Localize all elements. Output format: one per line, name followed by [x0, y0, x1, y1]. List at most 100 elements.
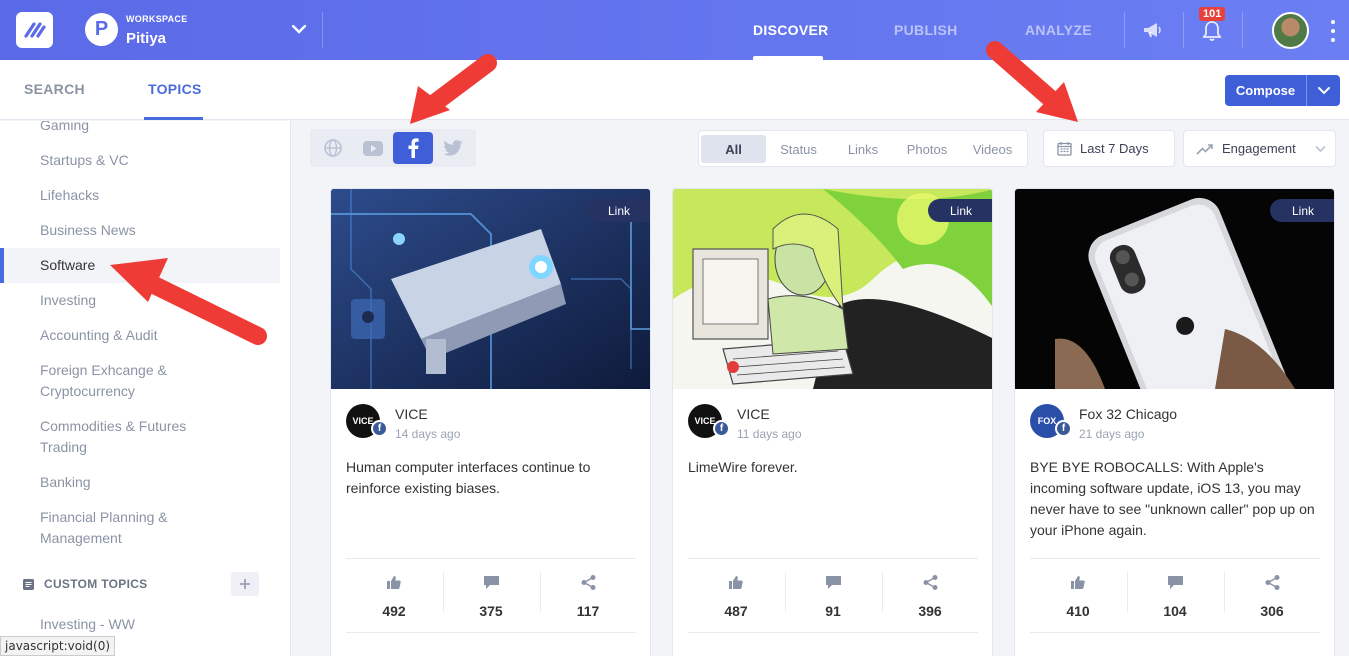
content-type-filter: All Status Links Photos Videos — [698, 130, 1028, 167]
shares-stat: 306 — [1224, 573, 1320, 623]
divider — [1183, 12, 1184, 48]
sidebar-item-banking[interactable]: Banking — [40, 472, 91, 493]
content-card[interactable]: Link VICE f VICE 11 days ago LimeWire fo… — [672, 188, 993, 656]
shares-count: 306 — [1260, 603, 1284, 619]
topics-sidebar: Gaming Startups & VC Lifehacks Business … — [0, 121, 291, 656]
type-filter-status[interactable]: Status — [766, 135, 831, 163]
date-range-value: Last 7 Days — [1080, 141, 1149, 156]
comment-icon — [483, 575, 499, 589]
platform-twitter-button[interactable] — [433, 132, 473, 164]
platform-youtube-button[interactable] — [353, 132, 393, 164]
workspace-chevron-down-icon[interactable] — [288, 18, 310, 40]
compose-dropdown-chevron-icon[interactable] — [1306, 75, 1340, 106]
platform-facebook-button[interactable] — [393, 132, 433, 164]
compose-button-label[interactable]: Compose — [1225, 75, 1306, 106]
content-card[interactable]: Link FOX f Fox 32 Chicago 21 days ago BY… — [1014, 188, 1335, 656]
notifications-badge: 101 — [1199, 7, 1226, 21]
facebook-mini-icon: f — [1055, 420, 1072, 437]
type-filter-all[interactable]: All — [701, 135, 766, 163]
plus-icon — [240, 579, 250, 589]
divider — [346, 558, 636, 559]
source-name[interactable]: VICE — [737, 406, 770, 422]
compose-button[interactable]: Compose — [1225, 75, 1340, 106]
sidebar-active-indicator — [0, 248, 4, 283]
divider — [1242, 12, 1243, 48]
thumbs-up-icon — [387, 575, 401, 589]
card-image[interactable]: Link — [673, 189, 992, 389]
facebook-icon — [408, 138, 419, 158]
card-image[interactable]: Link — [331, 189, 650, 389]
nav-tab-analyze[interactable]: ANALYZE — [1025, 22, 1092, 38]
sidebar-item-investing[interactable]: Investing — [40, 290, 96, 311]
post-type-badge: Link — [586, 199, 650, 222]
calendar-icon — [1057, 142, 1072, 156]
custom-topics-label: CUSTOM TOPICS — [44, 577, 148, 591]
status-bar-link-preview: javascript:void(0) — [0, 636, 116, 656]
shares-count: 117 — [576, 603, 600, 619]
share-icon — [581, 574, 595, 590]
type-filter-links[interactable]: Links — [831, 135, 895, 163]
post-type-badge: Link — [928, 199, 992, 222]
likes-stat: 410 — [1030, 573, 1126, 623]
sidebar-item-gaming[interactable]: Gaming — [40, 121, 89, 136]
likes-count: 410 — [1066, 603, 1090, 619]
sidebar-item-lifehacks[interactable]: Lifehacks — [40, 185, 99, 206]
thumbs-up-icon — [1071, 575, 1085, 589]
card-image[interactable]: Link — [1015, 189, 1334, 389]
globe-icon — [324, 139, 342, 157]
sidebar-item-business-news[interactable]: Business News — [40, 220, 136, 241]
post-text: LimeWire forever. — [688, 459, 798, 475]
sidebar-item-accounting[interactable]: Accounting & Audit — [40, 325, 158, 346]
platform-web-button[interactable] — [313, 132, 353, 164]
divider — [322, 12, 323, 48]
comments-stat: 104 — [1127, 573, 1223, 623]
platform-filter — [310, 129, 476, 167]
facebook-mini-icon: f — [713, 420, 730, 437]
date-range-picker[interactable]: Last 7 Days — [1043, 130, 1175, 167]
post-text: Human computer interfaces continue to re… — [346, 459, 591, 496]
sort-dropdown[interactable]: Engagement — [1183, 130, 1336, 167]
custom-topics-header: CUSTOM TOPICS — [22, 577, 147, 591]
sidebar-item-startups[interactable]: Startups & VC — [40, 150, 129, 171]
nav-tab-discover[interactable]: DISCOVER — [753, 22, 829, 38]
type-filter-videos[interactable]: Videos — [959, 135, 1026, 163]
facebook-mini-icon: f — [371, 420, 388, 437]
document-icon — [23, 578, 34, 590]
sidebar-item-commodities[interactable]: Commodities & Futures Trading — [40, 416, 186, 458]
bell-icon[interactable] — [1199, 18, 1225, 44]
sidebar-custom-item-investing-ww[interactable]: Investing - WW — [40, 614, 135, 635]
divider — [1030, 558, 1320, 559]
more-menu-icon[interactable] — [1326, 20, 1340, 42]
sub-navigation-bar: SEARCH TOPICS Compose — [0, 60, 1349, 120]
sort-value: Engagement — [1222, 141, 1296, 156]
divider — [1124, 12, 1125, 48]
share-icon — [1265, 574, 1279, 590]
chevron-down-icon — [1315, 145, 1326, 153]
megaphone-icon[interactable] — [1141, 18, 1165, 42]
workspace-name[interactable]: Pitiya — [126, 30, 166, 47]
content-card[interactable]: Link VICE f VICE 14 days ago Human compu… — [330, 188, 651, 656]
nav-tab-publish[interactable]: PUBLISH — [894, 22, 958, 38]
sidebar-item-software[interactable]: Software — [40, 255, 95, 276]
likes-count: 487 — [724, 603, 748, 619]
tab-topics[interactable]: TOPICS — [148, 81, 202, 97]
source-name[interactable]: VICE — [395, 406, 428, 422]
shares-stat: 396 — [882, 573, 978, 623]
post-time: 11 days ago — [737, 427, 802, 441]
add-custom-topic-button[interactable] — [231, 572, 259, 596]
likes-stat: 487 — [688, 573, 784, 623]
workspace-avatar[interactable]: P — [85, 13, 118, 46]
app-logo[interactable] — [16, 12, 53, 48]
type-filter-photos[interactable]: Photos — [895, 135, 959, 163]
share-icon — [923, 574, 937, 590]
top-navigation-bar: P WORKSPACE Pitiya DISCOVER PUBLISH ANAL… — [0, 0, 1349, 60]
comment-icon — [825, 575, 841, 589]
comments-count: 91 — [825, 603, 841, 619]
sidebar-item-forex-crypto[interactable]: Foreign Exhcange & Cryptocurrency — [40, 360, 167, 402]
tab-active-indicator — [144, 117, 203, 120]
source-name[interactable]: Fox 32 Chicago — [1079, 406, 1177, 422]
post-type-badge: Link — [1270, 199, 1334, 222]
sidebar-item-financial-planning[interactable]: Financial Planning & Management — [40, 507, 168, 549]
tab-search[interactable]: SEARCH — [24, 81, 85, 97]
user-avatar[interactable] — [1272, 12, 1309, 49]
